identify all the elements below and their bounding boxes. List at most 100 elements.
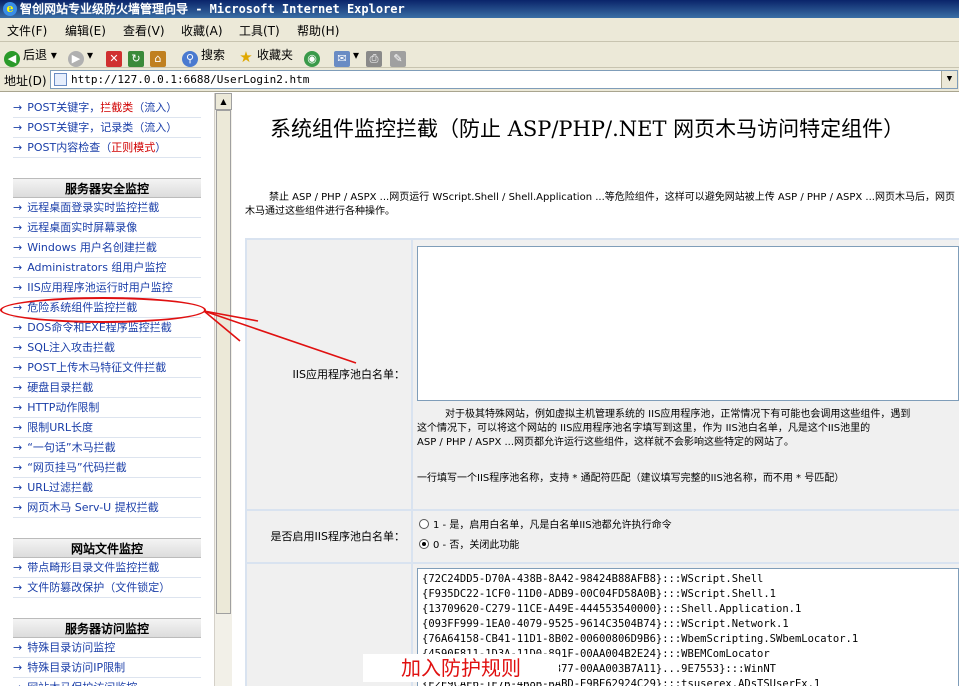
annotation-arrow — [203, 310, 357, 364]
scroll-up-button[interactable]: ▲ — [215, 93, 232, 110]
refresh-icon: ↻ — [128, 51, 144, 67]
nav-link-text: “一句话”木马拦截 — [27, 441, 116, 454]
nav-link-server-4[interactable]: → IIS应用程序池运行时用户监控 — [13, 278, 201, 298]
nav-link-text: “网页挂马”代码拦截 — [27, 461, 127, 474]
nav-link-server-12[interactable]: → “一句话”木马拦截 — [13, 438, 201, 458]
left-scrollbar[interactable]: ▲ — [214, 93, 232, 686]
menu-file[interactable]: 文件(F) — [7, 22, 47, 39]
arrow-icon: → — [13, 581, 23, 594]
nav-link-text: HTTP动作限制 — [27, 401, 100, 414]
print-button[interactable]: ⎙ — [366, 45, 385, 67]
back-button[interactable]: ◀ 后退 ▾ — [4, 45, 57, 67]
window-title-bar: e 智创网站专业级防火墙管理向导 - Microsoft Internet Exp… — [0, 0, 959, 18]
nav-link-text: 网页木马 Serv-U 提权拦截 — [27, 501, 159, 514]
arrow-icon: → — [13, 241, 23, 254]
print-icon: ⎙ — [366, 51, 382, 67]
nav-link-access-0[interactable]: → 特殊目录访问监控 — [13, 638, 201, 658]
nav-section-server: 服务器安全监控 — [13, 178, 201, 198]
nav-link-access-2[interactable]: → 网站木马保护访问监控 — [13, 678, 201, 686]
nav-link-text: 特殊目录访问监控 — [27, 641, 116, 654]
nav-link-server-3[interactable]: → Administrators 组用户监控 — [13, 258, 201, 278]
nav-section-access: 服务器访问监控 — [13, 618, 201, 638]
nav-link-server-10[interactable]: → HTTP动作限制 — [13, 398, 201, 418]
nav-link-post-0[interactable]: → POST关键字，拦截类（流入） — [13, 98, 201, 118]
radio-button-yes[interactable] — [419, 519, 429, 529]
mail-icon: ✉ — [334, 51, 350, 67]
arrow-icon: → — [13, 681, 22, 686]
nav-link-text: ） — [155, 141, 167, 154]
address-label: 地址(D) — [4, 74, 47, 88]
arrow-icon: → — [13, 101, 23, 114]
nav-link-server-9[interactable]: → 硬盘目录拦截 — [13, 378, 201, 398]
arrow-icon: → — [13, 641, 23, 654]
nav-link-text: 拦截类 — [100, 101, 134, 114]
arrow-icon: → — [13, 561, 23, 574]
left-nav-frame: → POST关键字，拦截类（流入） → POST关键字，记录类（流入） → POST内容检… — [0, 93, 212, 686]
nav-link-files-0[interactable]: → 带点畸形目录文件监控拦截 — [13, 558, 201, 578]
arrow-icon: → — [13, 361, 23, 374]
arrow-icon: → — [13, 661, 23, 674]
media-button[interactable]: ◉ — [304, 45, 323, 67]
mail-button[interactable]: ✉ ▾ — [334, 45, 359, 67]
address-dropdown-button[interactable]: ▼ — [941, 71, 957, 88]
intro-text: 禁止 ASP / PHP / ASPX ...网页运行 WScript.Shel… — [245, 192, 955, 217]
nav-link-text: SQL注入攻击拦截 — [27, 341, 115, 354]
menu-favorites[interactable]: 收藏(A) — [181, 22, 223, 39]
nav-link-text: POST内容检查（ — [27, 141, 112, 154]
whitelist-textarea[interactable] — [417, 246, 959, 401]
radio-enable-no[interactable]: 0 - 否，关闭此功能 — [419, 539, 519, 553]
nav-link-server-8[interactable]: → POST上传木马特征文件拦截 — [13, 358, 201, 378]
nav-link-server-2[interactable]: → Windows 用户名创建拦截 — [13, 238, 201, 258]
favorites-button[interactable]: ★ 收藏夹 — [238, 45, 293, 65]
nav-link-server-7[interactable]: → SQL注入攻击拦截 — [13, 338, 201, 358]
radio-button-no[interactable] — [419, 539, 429, 549]
menu-edit[interactable]: 编辑(E) — [65, 22, 106, 39]
arrow-icon: → — [13, 261, 23, 274]
add-rule-button[interactable]: 加入防护规则 — [363, 654, 559, 682]
toolbar: ◀ 后退 ▾ ▶ ▾ ✕ ↻ ⌂ ⚲ 搜索 ★ 收藏夹 ◉ ✉ ▾ ⎙ ✎ — [0, 42, 959, 68]
search-icon: ⚲ — [182, 51, 198, 67]
menu-tools[interactable]: 工具(T) — [239, 22, 280, 39]
main-frame: 系统组件监控拦截（防止 ASP/PHP/.NET 网页木马访问特定组件） 禁止 … — [233, 93, 959, 686]
nav-link-files-1[interactable]: → 文件防篡改保护（文件锁定） — [13, 578, 201, 598]
edit-icon: ✎ — [390, 51, 406, 67]
nav-link-server-14[interactable]: → URL过滤拦截 — [13, 478, 201, 498]
menu-view[interactable]: 查看(V) — [123, 22, 165, 39]
arrow-icon: → — [13, 481, 23, 494]
nav-link-text: （流入） — [133, 101, 178, 114]
forward-button[interactable]: ▶ ▾ — [68, 45, 93, 67]
home-button[interactable]: ⌂ — [150, 45, 169, 67]
nav-link-server-13[interactable]: → “网页挂马”代码拦截 — [13, 458, 201, 478]
nav-link-post-2[interactable]: → POST内容检查（正则模式） — [13, 138, 201, 158]
nav-link-text: URL过滤拦截 — [27, 481, 94, 494]
menu-bar: 文件(F) 编辑(E) 查看(V) 收藏(A) 工具(T) 帮助(H) — [0, 18, 959, 42]
arrow-icon: → — [13, 341, 23, 354]
address-url: http://127.0.0.1:6688/UserLogin2.htm — [71, 73, 310, 86]
edit-page-button[interactable]: ✎ — [390, 45, 409, 67]
nav-section-files: 网站文件监控 — [13, 538, 201, 558]
enable-cell: 1 - 是，启用白名单，凡是白名单IIS池都允许执行命令 0 - 否，关闭此功能 — [413, 511, 959, 562]
arrow-icon: → — [13, 401, 23, 414]
nav-link-server-1[interactable]: → 远程桌面实时屏幕录像 — [13, 218, 201, 238]
radio-enable-yes[interactable]: 1 - 是，启用白名单，凡是白名单IIS池都允许执行命令 — [419, 519, 672, 533]
nav-link-text: 文件防篡改保护（文件锁定） — [27, 581, 171, 594]
window-title: 智创网站专业级防火墙管理向导 - Microsoft Internet Expl… — [20, 2, 405, 16]
arrow-icon: → — [13, 381, 23, 394]
nav-link-server-15[interactable]: → 网页木马 Serv-U 提权拦截 — [13, 498, 201, 518]
whitelist-label: IIS应用程序池白名单： — [247, 240, 411, 509]
menu-help[interactable]: 帮助(H) — [297, 22, 339, 39]
nav-link-text: 远程桌面登录实时监控拦截 — [27, 201, 160, 214]
whitelist-note: 一行填写一个IIS程序池名称，支持 * 通配符匹配（建议填写完整的IIS池名称，… — [417, 473, 845, 484]
stop-button[interactable]: ✕ — [106, 45, 125, 67]
search-button[interactable]: ⚲ 搜索 — [182, 45, 225, 67]
nav-link-access-1[interactable]: → 特殊目录访问IP限制 — [13, 658, 201, 678]
enable-label: 是否启用IIS程序池白名单： — [247, 511, 411, 562]
nav-link-post-1[interactable]: → POST关键字，记录类（流入） — [13, 118, 201, 138]
address-input[interactable]: http://127.0.0.1:6688/UserLogin2.htm ▼ — [50, 70, 958, 89]
nav-link-server-0[interactable]: → 远程桌面登录实时监控拦截 — [13, 198, 201, 218]
nav-link-server-11[interactable]: → 限制URL长度 — [13, 418, 201, 438]
nav-link-text: 硬盘目录拦截 — [27, 381, 94, 394]
page-title: 系统组件监控拦截（防止 ASP/PHP/.NET 网页木马访问特定组件） — [270, 117, 905, 141]
refresh-button[interactable]: ↻ — [128, 45, 147, 67]
back-arrow-icon: ◀ — [4, 51, 20, 67]
